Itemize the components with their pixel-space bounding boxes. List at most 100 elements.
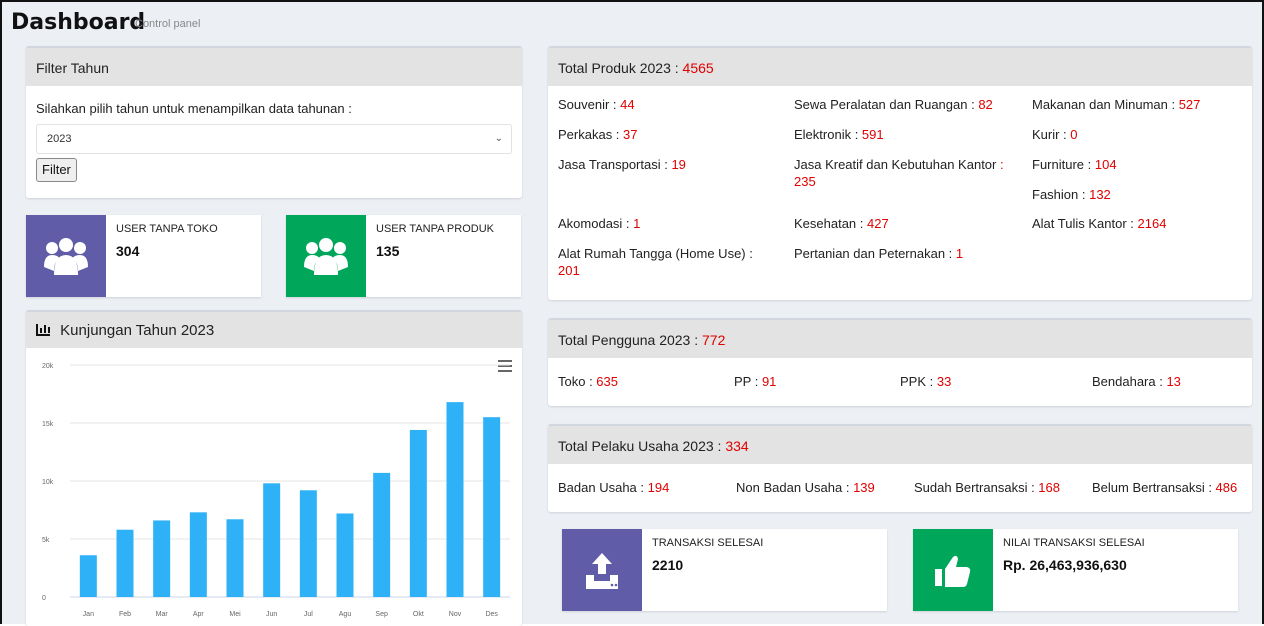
category-label: Bendahara : (1092, 374, 1167, 389)
bar-chart-icon (36, 324, 50, 336)
category-value: 635 (596, 374, 618, 389)
bar-des[interactable] (483, 417, 501, 597)
x-tick-label: Des (485, 611, 498, 618)
year-select[interactable]: 2023 ⌄ (36, 124, 512, 154)
category-item: Non Badan Usaha : 139 (736, 479, 916, 496)
category-label: Fashion : (1032, 187, 1090, 202)
category-label: Badan Usaha : (558, 480, 648, 495)
category-item: Bendahara : 13 (1092, 373, 1252, 390)
category-value: 91 (761, 374, 777, 389)
thumbs-up-icon (913, 529, 993, 611)
chart-title: Kunjungan Tahun 2023 (60, 322, 215, 339)
category-value: 139 (853, 480, 875, 495)
category-value: 37 (623, 127, 638, 142)
x-tick-label: Okt (413, 611, 424, 618)
category-value: 132 (1089, 187, 1111, 202)
y-tick-label: 5k (42, 537, 50, 544)
year-select-value: 2023 (47, 133, 72, 145)
info-box-transaksi-selesai: TRANSAKSI SELESAI 2210 (562, 529, 887, 611)
x-tick-label: Feb (119, 611, 131, 618)
category-label: Jasa Transportasi : (558, 157, 672, 172)
category-value: 82 (978, 97, 993, 112)
pelaku-box: Total Pelaku Usaha 2023 : 334 Badan Usah… (548, 424, 1252, 512)
upload-icon (562, 529, 642, 611)
category-item: Alat Rumah Tangga (Home Use) : 201 (558, 245, 768, 279)
bar-sep[interactable] (373, 472, 391, 597)
info-box-user-tanpa-toko: USER TANPA TOKO 304 (26, 215, 261, 297)
category-label: Furniture : (1032, 157, 1095, 172)
bar-okt[interactable] (409, 429, 427, 597)
category-value: 1 (955, 246, 964, 261)
category-item: Alat Tulis Kantor : 2164 (1032, 215, 1247, 232)
category-value: 2164 (1137, 216, 1167, 231)
chevron-down-icon: ⌄ (494, 133, 503, 144)
bar-agu[interactable] (336, 513, 354, 597)
category-label: Sudah Bertransaksi : (914, 480, 1039, 495)
category-item: Perkakas : 37 (558, 126, 778, 143)
category-item: Toko : 635 (558, 373, 738, 390)
category-label: Pertanian dan Peternakan : (794, 246, 956, 261)
x-tick-label: Apr (193, 611, 205, 618)
category-value: 104 (1094, 157, 1117, 172)
category-label: Alat Rumah Tangga (Home Use) : (558, 246, 753, 261)
category-label: Elektronik : (794, 127, 862, 142)
category-item: Kurir : 0 (1032, 126, 1247, 143)
category-item: PP : 91 (734, 373, 914, 390)
category-item: Fashion : 132 (1032, 186, 1247, 203)
info-label: USER TANPA PRODUK (376, 223, 494, 235)
category-value: 1 (633, 216, 641, 231)
category-label: Kurir : (1032, 127, 1071, 142)
pelaku-total: 334 (725, 438, 749, 454)
page-title: Dashboard (11, 10, 146, 35)
bar-mar[interactable] (153, 520, 171, 597)
category-value: 486 (1215, 480, 1238, 495)
category-label: Kesehatan : (794, 216, 867, 231)
x-tick-label: Agu (339, 611, 352, 618)
category-item: Sudah Bertransaksi : 168 (914, 479, 1094, 496)
x-tick-label: Jan (83, 611, 94, 618)
x-tick-label: Jul (304, 611, 313, 618)
x-tick-label: Nov (449, 611, 462, 618)
info-box-user-tanpa-produk: USER TANPA PRODUK 135 (286, 215, 521, 297)
info-label: NILAI TRANSAKSI SELESAI (1003, 537, 1145, 549)
bar-apr[interactable] (189, 512, 207, 597)
category-value: 0 (1070, 127, 1078, 142)
produk-total: 4565 (682, 60, 714, 76)
y-tick-label: 10k (42, 479, 54, 486)
category-value: 33 (936, 374, 952, 389)
bar-mei[interactable] (226, 519, 244, 597)
category-label: Toko : (558, 374, 597, 389)
bar-feb[interactable] (116, 529, 134, 597)
bar-jun[interactable] (263, 483, 281, 597)
users-icon (286, 215, 366, 297)
dashboard-frame: Dashboard Control panel Filter Tahun Sil… (0, 0, 1264, 626)
filter-button[interactable]: Filter (36, 158, 77, 182)
x-tick-label: Jun (266, 611, 277, 618)
info-box-nilai-transaksi: NILAI TRANSAKSI SELESAI Rp. 26,463,936,6… (913, 529, 1238, 611)
bar-jul[interactable] (299, 490, 317, 597)
category-item: Furniture : 104 (1032, 156, 1247, 173)
info-value: 2210 (652, 557, 684, 573)
bar-jan[interactable] (79, 555, 97, 597)
category-value: 19 (671, 157, 686, 172)
y-tick-label: 0 (42, 595, 46, 602)
y-tick-label: 20k (42, 363, 54, 370)
category-label: PPK : (900, 374, 937, 389)
category-label: Alat Tulis Kantor : (1032, 216, 1138, 231)
y-tick-label: 15k (42, 421, 54, 428)
category-label: Belum Bertransaksi : (1092, 480, 1216, 495)
category-value: 13 (1166, 374, 1181, 389)
category-label: Souvenir : (558, 97, 621, 112)
filter-description: Silahkan pilih tahun untuk menampilkan d… (36, 101, 352, 116)
category-item: Pertanian dan Peternakan : 1 (794, 245, 1024, 262)
category-value: 44 (620, 97, 635, 112)
pengguna-box: Total Pengguna 2023 : 772 Toko : 635 PP :… (548, 318, 1252, 406)
info-value: 135 (376, 243, 400, 259)
bar-nov[interactable] (446, 402, 464, 597)
x-tick-label: Mei (229, 611, 241, 618)
category-item: Jasa Kreatif dan Kebutuhan Kantor : 235 (794, 156, 1014, 190)
category-item: Souvenir : 44 (558, 96, 778, 113)
category-item: Jasa Transportasi : 19 (558, 156, 778, 173)
produk-box: Total Produk 2023 : 4565 Souvenir : 44 Se… (548, 46, 1252, 300)
category-item: Makanan dan Minuman : 527 (1032, 96, 1247, 113)
